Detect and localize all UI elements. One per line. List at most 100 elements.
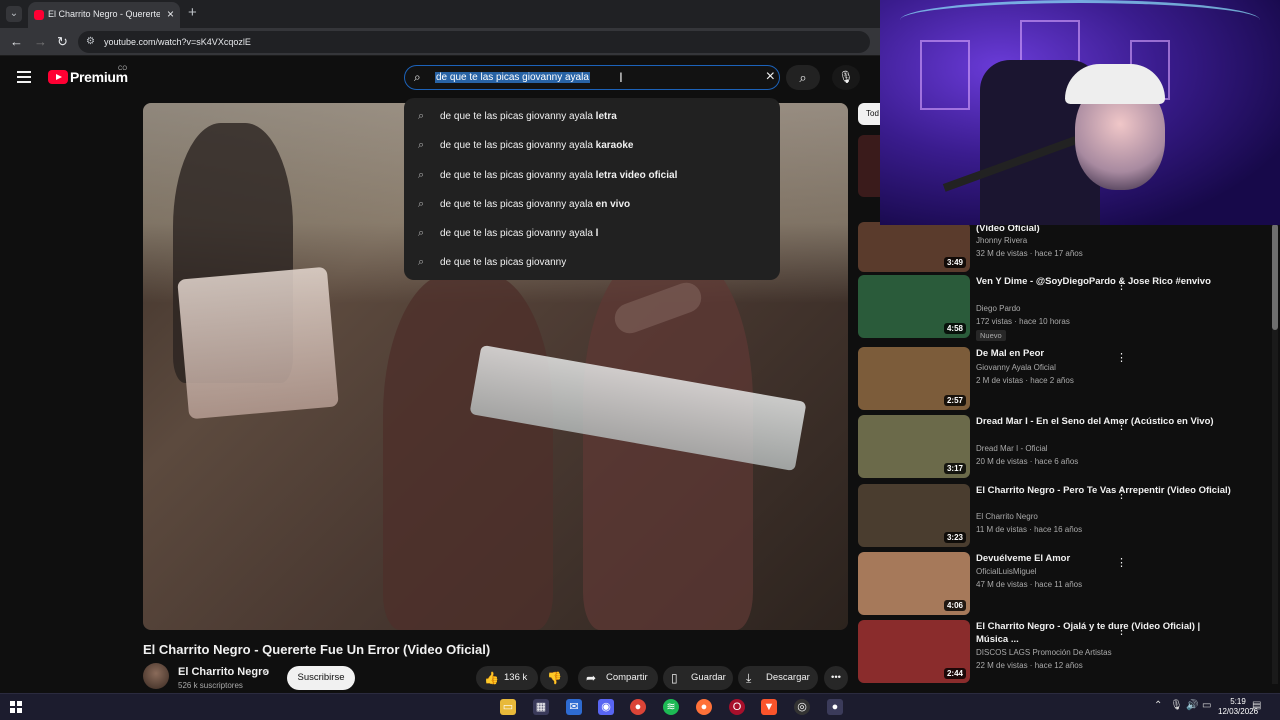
file-explorer-icon[interactable]: ▭ [500,699,516,715]
rec-meta: 22 M de vistas · hace 12 años [976,661,1083,670]
browser-tab[interactable]: El Charrito Negro - Quererte Fu × [28,2,180,28]
channel-avatar[interactable] [143,663,169,689]
thumbs-down-icon: 👎 [547,671,562,685]
suggestion-item[interactable]: ⌕ de que te las picas giovanny [404,248,780,277]
tab-list-button[interactable]: ⌄ [6,6,22,22]
subscribe-button[interactable]: Suscribirse [287,666,355,690]
mail-icon[interactable]: ✉ [566,699,582,715]
rec-title[interactable]: Dread Mar I - En el Seno del Amor (Acúst… [976,415,1231,428]
more-vert-icon[interactable]: ⋮ [1116,488,1127,501]
microphone-icon: 🎙 [838,70,854,84]
obs-icon[interactable]: ◎ [794,699,810,715]
like-button[interactable]: 👍 136 k [476,666,538,690]
share-button[interactable]: ➦ Compartir [578,666,658,690]
more-actions-button[interactable]: ••• [824,666,848,690]
video-title: El Charrito Negro - Quererte Fue Un Erro… [143,642,491,657]
rec-meta: 20 M de vistas · hace 6 años [976,457,1079,466]
rec-meta: 11 M de vistas · hace 16 años [976,525,1083,534]
search-suggestions: ⌕ de que te las picas giovanny ayala let… [404,98,780,280]
rec-thumbnail[interactable]: 3:49 [858,222,970,272]
opera-icon[interactable]: O [729,699,745,715]
more-vert-icon[interactable]: ⋮ [1116,351,1127,364]
new-badge: Nuevo [976,330,1006,341]
rec-channel[interactable]: DISCOS LAGS Promoción De Artistas [976,648,1112,657]
new-tab-icon[interactable]: + [188,4,197,21]
more-vert-icon[interactable]: ⋮ [1116,556,1127,569]
more-vert-icon[interactable]: ⋮ [1116,624,1127,637]
more-vert-icon[interactable]: ⋮ [1116,419,1127,432]
reload-icon[interactable]: ↻ [57,34,68,50]
youtube-logo-icon[interactable] [48,70,68,84]
rec-title[interactable]: El Charrito Negro - Ojalá y te dure (Vid… [976,620,1231,646]
save-button[interactable]: ▯ Guardar [663,666,733,690]
chrome-active-icon[interactable]: ● [827,699,843,715]
search-button[interactable]: ⌕ [786,65,820,90]
suggestion-item[interactable]: ⌕ de que te las picas giovanny ayala kar… [404,131,780,160]
site-info-icon[interactable]: ⚙ [86,36,95,47]
rec-title[interactable]: Devuélveme El Amor [976,552,1231,565]
volume-icon[interactable]: 🔊 [1186,700,1198,711]
rec-thumbnail[interactable]: 3:17 [858,415,970,478]
webcam-overlay [880,0,1280,225]
download-button[interactable]: ⤓ Descargar [738,666,818,690]
spotify-icon[interactable]: ≋ [663,699,679,715]
channel-name[interactable]: El Charrito Negro [178,666,269,678]
menu-icon[interactable] [17,71,31,86]
download-icon: ⤓ [746,671,752,685]
browser-tabbar: ⌄ El Charrito Negro - Quererte Fu × + [0,0,880,28]
youtube-header: Premium CO ⌕ de que te las picas giovann… [0,56,880,98]
microphone-tray-icon[interactable]: 🎙 [1170,700,1183,711]
rec-channel[interactable]: Dread Mar I - Oficial [976,444,1048,453]
forward-icon[interactable]: → [34,34,47,49]
chrome-icon[interactable]: ● [630,699,646,715]
network-icon[interactable]: ▭ [1202,700,1211,711]
rec-title[interactable]: Ven Y Dime - @SoyDiegoPardo & Jose Rico … [976,275,1231,288]
close-tab-icon[interactable]: × [167,7,174,21]
tray-chevron-icon[interactable]: ⌃ [1154,700,1162,711]
search-icon: ⌕ [799,70,807,85]
video-frame-accordion [177,266,339,420]
rec-thumbnail[interactable]: 2:57 [858,347,970,410]
brave-icon[interactable]: ▼ [761,699,777,715]
address-bar-row: ← → ↻ ⚙ youtube.com/watch?v=sK4VXcqozlE [0,28,880,56]
voice-search-button[interactable]: 🎙 [832,65,860,90]
rec-channel[interactable]: Giovanny Ayala Oficial [976,363,1056,372]
search-icon: ⌕ [414,70,421,84]
rec-thumbnail[interactable]: 3:23 [858,484,970,547]
back-icon[interactable]: ← [10,34,23,49]
more-vert-icon[interactable]: ⋮ [1116,279,1127,292]
suggestion-item[interactable]: ⌕ de que te las picas giovanny ayala l [404,219,780,248]
verified-icon: ✔ [262,667,270,677]
rec-title[interactable]: El Charrito Negro - Pero Te Vas Arrepent… [976,484,1231,497]
rec-title[interactable]: De Mal en Peor [976,347,1231,360]
discord-icon[interactable]: ◉ [598,699,614,715]
scrollbar-thumb[interactable] [1272,224,1278,330]
rec-channel[interactable]: OficialLuisMiguel [976,567,1036,576]
search-input[interactable]: ⌕ de que te las picas giovanny ayala I × [404,65,780,90]
firefox-icon[interactable]: ● [696,699,712,715]
search-icon: ⌕ [418,110,425,122]
rec-channel[interactable]: Jhonny Rivera [976,236,1027,245]
clear-search-icon[interactable]: × [766,68,775,86]
rec-thumbnail[interactable]: 4:06 [858,552,970,615]
sidebar-scrollbar[interactable] [1272,224,1278,684]
search-query-text[interactable]: de que te las picas giovanny ayala [435,72,590,83]
suggestion-item[interactable]: ⌕ de que te las picas giovanny ayala let… [404,102,780,131]
filter-chip-all[interactable]: Tod [858,103,880,125]
search-icon: ⌕ [418,227,425,240]
rec-thumbnail[interactable]: 4:58 [858,275,970,338]
notification-icon[interactable]: ▤ [1252,700,1261,711]
start-icon[interactable] [10,701,22,713]
suggestion-item[interactable]: ⌕ de que te las picas giovanny ayala let… [404,161,780,190]
rec-thumbnail-partial[interactable] [858,135,880,197]
url-field[interactable]: ⚙ youtube.com/watch?v=sK4VXcqozlE [78,31,870,53]
rec-channel[interactable]: El Charrito Negro [976,512,1038,521]
share-icon: ➦ [586,671,597,685]
dislike-button[interactable]: 👎 [540,666,568,690]
rec-thumbnail[interactable]: 2:44 [858,620,970,683]
store-icon[interactable]: ▦ [533,699,549,715]
suggestion-item[interactable]: ⌕ de que te las picas giovanny ayala en … [404,190,780,219]
rec-meta: 2 M de vistas · hace 2 años [976,376,1074,385]
search-icon: ⌕ [418,139,425,152]
rec-channel[interactable]: Diego Pardo [976,304,1020,313]
